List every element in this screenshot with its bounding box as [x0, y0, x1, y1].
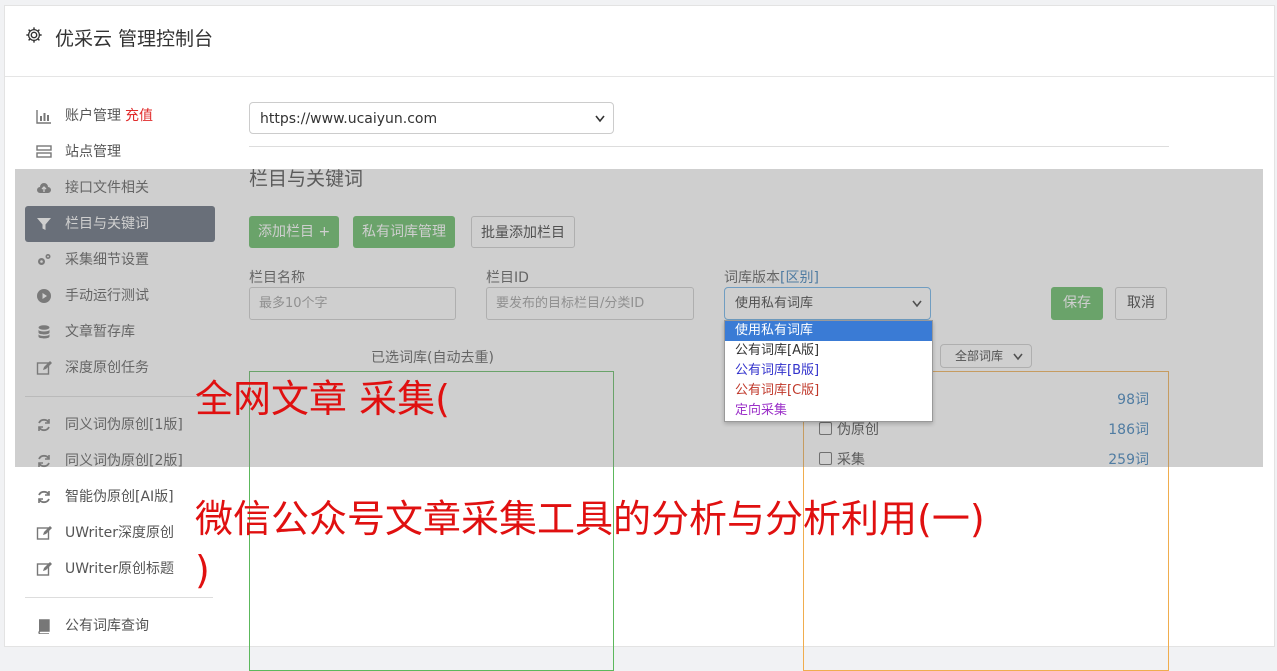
chevron-down-icon: [595, 115, 605, 123]
sidebar-divider: [25, 597, 213, 598]
dropdown-option-private[interactable]: 使用私有词库: [725, 321, 932, 341]
sidebar-item-label: 账户管理: [65, 108, 121, 124]
edit-icon: [36, 526, 52, 540]
overlay-text-line2: 微信公众号文章采集工具的分析与分析利用(一): [195, 497, 985, 541]
sidebar-item-label: 公有词库查询: [65, 618, 149, 634]
dropdown-option-public-a[interactable]: 公有词库[A版]: [725, 341, 932, 361]
bar-chart-icon: [36, 110, 51, 124]
sidebar-item-label: 智能伪原创[AI版]: [65, 489, 174, 505]
dropdown-option-directed[interactable]: 定向采集: [725, 401, 932, 421]
edit-icon: [36, 562, 52, 576]
refresh-icon: [38, 490, 50, 504]
book-icon: [38, 619, 50, 634]
site-select[interactable]: https://www.ucaiyun.com: [249, 102, 614, 134]
divider: [249, 146, 1169, 147]
lib-version-dropdown: 使用私有词库 公有词库[A版] 公有词库[B版] 公有词库[C版] 定向采集: [724, 320, 933, 422]
sidebar-item-public-lib[interactable]: 公有词库查询: [25, 608, 215, 644]
sidebar-item-uwriter-deep[interactable]: UWriter深度原创: [25, 515, 215, 551]
sidebar-item-label: 站点管理: [65, 144, 121, 160]
sidebar-item-label: UWriter原创标题: [65, 561, 174, 577]
page-header: 优采云 管理控制台: [5, 6, 1274, 77]
overlay-text-line3: ): [195, 548, 210, 592]
overlay-text-line1: 全网文章 采集(: [195, 377, 450, 421]
sidebar-item-uwriter-title[interactable]: UWriter原创标题: [25, 551, 215, 587]
sidebar-item-account[interactable]: 账户管理 充值: [25, 98, 215, 134]
gear-icon: [26, 27, 42, 43]
site-select-value: https://www.ucaiyun.com: [260, 111, 438, 127]
page-title: 优采云 管理控制台: [55, 28, 214, 50]
dropdown-option-public-b[interactable]: 公有词库[B版]: [725, 361, 932, 381]
sidebar-item-sites[interactable]: 站点管理: [25, 134, 215, 170]
recharge-link[interactable]: 充值: [125, 108, 153, 124]
sidebar-item-ai-rewrite[interactable]: 智能伪原创[AI版]: [25, 479, 215, 515]
dropdown-option-public-c[interactable]: 公有词库[C版]: [725, 381, 932, 401]
server-icon: [36, 145, 52, 158]
sidebar-item-label: UWriter深度原创: [65, 525, 174, 541]
